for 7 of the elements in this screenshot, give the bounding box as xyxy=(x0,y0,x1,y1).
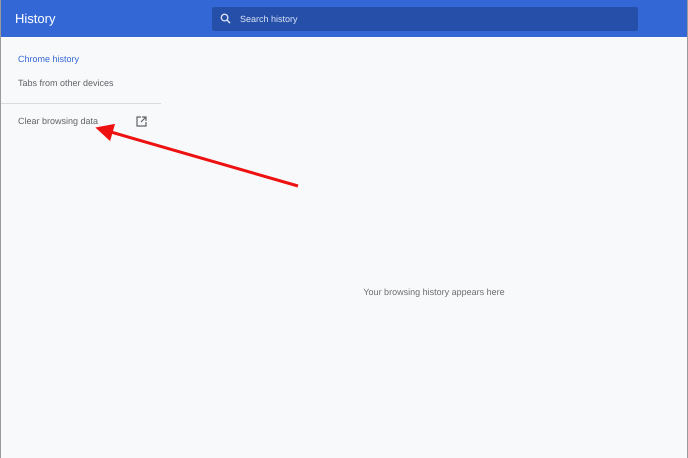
page-title: History xyxy=(14,11,56,26)
sidebar-item[interactable]: Tabs from other devices xyxy=(1,71,161,95)
search-field[interactable]: Search history xyxy=(212,6,638,30)
sidebar-link[interactable]: Clear browsing data xyxy=(18,116,98,126)
sidebar-item[interactable]: Chrome history xyxy=(1,47,161,71)
external-link-icon xyxy=(136,116,148,126)
empty-message: Your browsing history appears here xyxy=(363,286,505,296)
